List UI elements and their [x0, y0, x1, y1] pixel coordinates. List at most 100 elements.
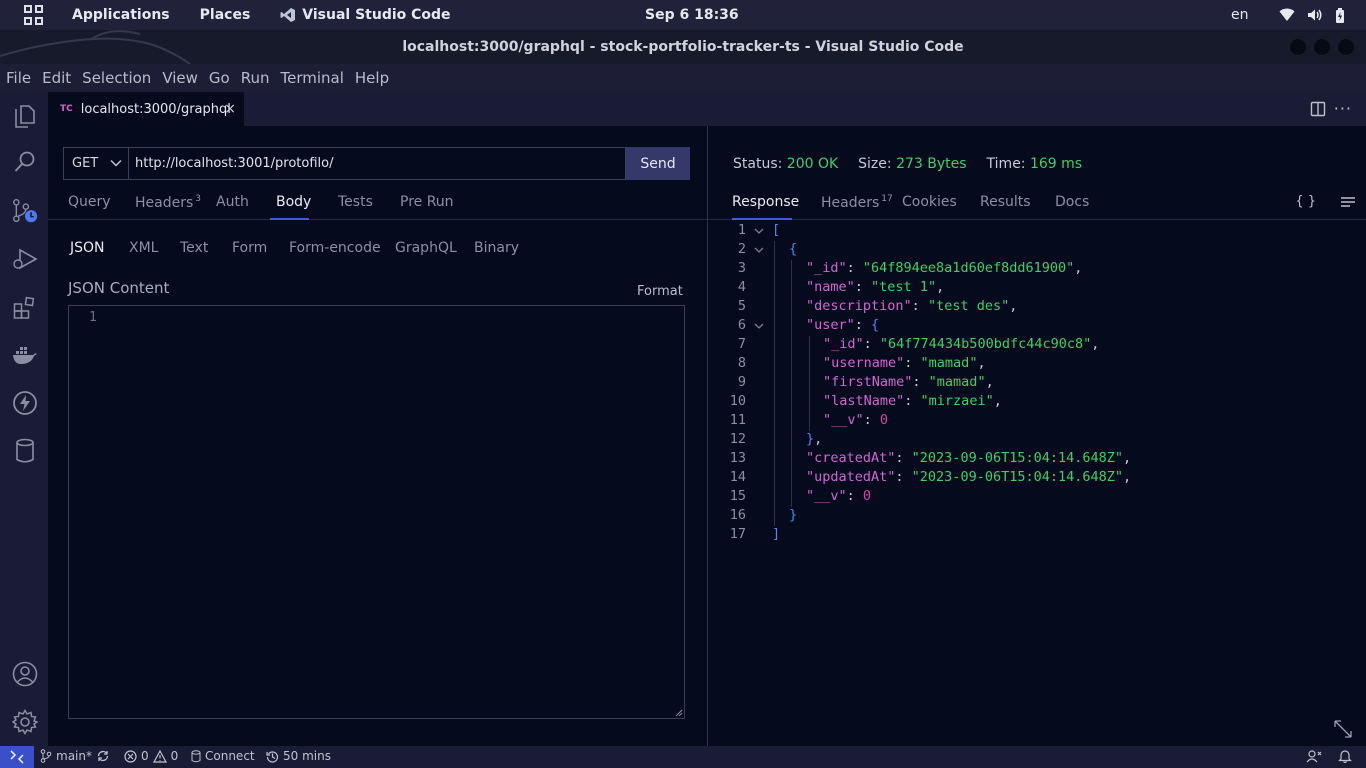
clock[interactable]: Sep 6 18:36 — [645, 7, 739, 23]
feedback-indicator[interactable] — [1306, 749, 1322, 763]
timer-indicator[interactable]: 50 mins — [266, 749, 331, 763]
tab-auth[interactable]: Auth — [216, 194, 249, 210]
branch-indicator[interactable]: main* — [40, 749, 110, 763]
editor-tab-graphql[interactable]: TC localhost:3000/graphql × — [48, 92, 244, 126]
menu-terminal[interactable]: Terminal — [281, 69, 344, 87]
expand-icon[interactable] — [1333, 719, 1353, 739]
json-body-editor[interactable]: 1 — [68, 305, 685, 719]
database-icon[interactable] — [12, 438, 38, 464]
tab-label: Pre Run — [400, 194, 454, 210]
search-icon[interactable] — [12, 149, 38, 175]
remote-indicator[interactable] — [0, 746, 34, 768]
active-app-menu[interactable]: Visual Studio Code — [280, 7, 451, 23]
apps-grid-icon[interactable] — [24, 5, 44, 25]
indent-guide — [791, 336, 792, 355]
problems-indicator[interactable]: 0 0 — [124, 749, 178, 763]
minimize-button[interactable] — [1290, 39, 1306, 55]
system-tray[interactable] — [1279, 7, 1345, 23]
notifications-indicator[interactable] — [1338, 749, 1352, 763]
json-token: , — [1091, 336, 1100, 352]
tab-headers[interactable]: Headers 3 — [135, 194, 201, 211]
indent-guide — [774, 298, 775, 317]
menu-run[interactable]: Run — [241, 69, 270, 87]
body-tab-graphql[interactable]: GraphQL — [395, 240, 457, 256]
tab-results[interactable]: Results — [980, 194, 1031, 210]
code-line: 16} — [708, 507, 1366, 526]
url-input[interactable] — [128, 147, 626, 180]
json-token: 0 — [862, 488, 872, 504]
menu-lines-icon[interactable] — [1340, 196, 1356, 208]
tab-response-headers[interactable]: Headers 17 — [821, 194, 893, 211]
branch-name: main* — [56, 749, 92, 763]
resize-grip-icon[interactable] — [674, 708, 683, 717]
extensions-icon[interactable] — [12, 295, 38, 321]
menu-view[interactable]: View — [162, 69, 198, 87]
json-token: , — [1009, 298, 1018, 314]
places-menu[interactable]: Places — [200, 7, 251, 23]
fold-chevron-icon[interactable] — [753, 320, 765, 332]
menu-selection[interactable]: Selection — [82, 69, 151, 87]
explorer-icon[interactable] — [12, 102, 38, 128]
body-tab-form-encode[interactable]: Form-encode — [289, 240, 381, 256]
close-window-button[interactable] — [1338, 39, 1354, 55]
menu-file[interactable]: File — [6, 69, 31, 87]
body-tab-form[interactable]: Form — [232, 240, 267, 256]
docker-icon[interactable] — [12, 343, 38, 369]
indent-guide — [774, 507, 775, 526]
close-tab-icon[interactable]: × — [224, 101, 236, 117]
fold-chevron-icon[interactable] — [753, 244, 765, 256]
error-count: 0 — [141, 749, 149, 763]
menu-go[interactable]: Go — [209, 69, 230, 87]
applications-menu[interactable]: Applications — [72, 7, 170, 23]
body-tab-json[interactable]: JSON — [70, 240, 105, 256]
json-token: "_id" — [806, 260, 847, 276]
connect-indicator[interactable]: Connect — [191, 749, 255, 763]
format-button[interactable]: Format — [637, 284, 683, 299]
more-actions-icon[interactable]: ··· — [1334, 99, 1352, 118]
json-token: } — [789, 507, 798, 523]
account-icon[interactable] — [12, 661, 38, 687]
tab-response[interactable]: Response — [732, 194, 799, 210]
fold-chevron-icon[interactable] — [753, 225, 765, 237]
method-select[interactable]: GET — [63, 147, 128, 180]
settings-gear-icon[interactable] — [12, 709, 38, 735]
history-icon — [266, 750, 279, 763]
menu-edit[interactable]: Edit — [42, 69, 71, 87]
body-tab-text[interactable]: Text — [180, 240, 208, 256]
maximize-button[interactable] — [1314, 39, 1330, 55]
tab-cookies[interactable]: Cookies — [902, 194, 957, 210]
window-title-bar[interactable]: localhost:3000/graphql - stock-portfolio… — [0, 30, 1366, 64]
line-number: 9 — [737, 374, 746, 390]
line-number: 12 — [729, 431, 746, 447]
indent-guide — [791, 374, 792, 393]
code-text: "_id": "64f894ee8a1d60ef8dd61900", — [806, 260, 1082, 276]
body-tab-xml[interactable]: XML — [129, 240, 158, 256]
body-tab-binary[interactable]: Binary — [474, 240, 519, 256]
json-token: , — [936, 279, 945, 295]
code-text: [ — [772, 222, 780, 238]
tab-tests[interactable]: Tests — [338, 194, 373, 210]
json-token: "description" — [806, 298, 912, 314]
source-control-icon[interactable] — [12, 198, 38, 224]
json-token: : — [895, 450, 912, 466]
keyboard-language[interactable]: en — [1231, 7, 1249, 23]
json-token: "name" — [806, 279, 855, 295]
tab-label: Tests — [338, 194, 373, 210]
json-token: "64f774434b500bdfc44c90c8" — [879, 336, 1092, 352]
tab-body[interactable]: Body — [276, 194, 311, 210]
tab-query[interactable]: Query — [68, 194, 111, 210]
response-tabs: Response Headers 17 Cookies Results Docs … — [708, 182, 1366, 220]
menu-help[interactable]: Help — [355, 69, 389, 87]
wifi-icon — [1279, 8, 1295, 21]
send-button[interactable]: Send — [626, 147, 690, 180]
tab-pre-run[interactable]: Pre Run — [400, 194, 454, 210]
split-editor-icon[interactable] — [1310, 101, 1326, 117]
thunder-client-icon[interactable] — [12, 390, 38, 416]
line-number: 4 — [737, 279, 746, 295]
braces-icon[interactable]: { } — [1295, 194, 1316, 209]
json-token: } — [806, 431, 815, 447]
indent-guide — [774, 241, 775, 260]
tab-docs[interactable]: Docs — [1055, 194, 1089, 210]
json-token: ] — [772, 526, 781, 542]
run-debug-icon[interactable] — [12, 246, 38, 272]
